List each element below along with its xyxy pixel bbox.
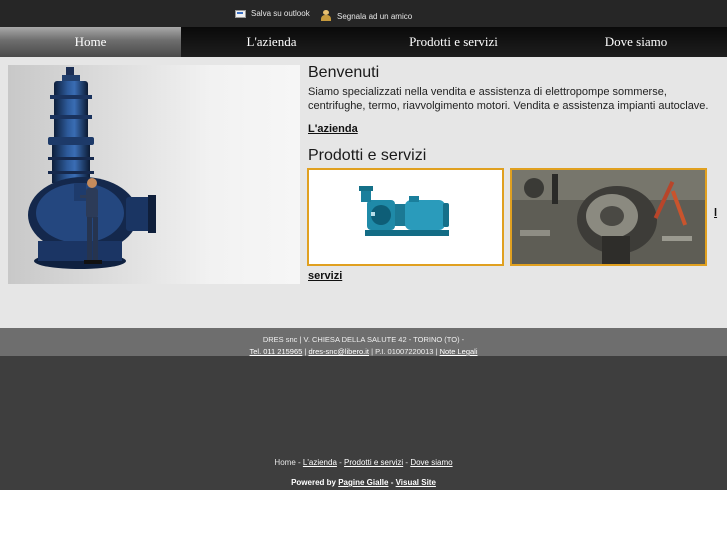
- centrifugal-pump-image: [359, 186, 449, 236]
- nav-item-dove[interactable]: Dove siamo: [545, 27, 727, 57]
- footer-info: DRES snc | V. CHIESA DELLA SALUTE 42 - T…: [0, 328, 727, 356]
- top-utility-bar: Salva su outlook Segnala ad un amico: [0, 0, 727, 27]
- hero-pump-image: [8, 65, 300, 284]
- welcome-title: Benvenuti: [308, 64, 380, 81]
- bottom-nav-azienda[interactable]: L'azienda: [303, 458, 337, 467]
- products-link-fragment[interactable]: l: [714, 207, 717, 219]
- footer-dark: Home - L'azienda - Prodotti e servizi - …: [0, 356, 727, 490]
- main-nav: Home L'azienda Prodotti e servizi Dove s…: [0, 27, 727, 57]
- footer-company: DRES snc | V. CHIESA DELLA SALUTE 42 - T…: [262, 335, 465, 344]
- azienda-link[interactable]: L'azienda: [308, 123, 358, 135]
- person-icon: [321, 10, 332, 22]
- save-outlook-label: Salva su outlook: [251, 9, 310, 18]
- servizi-link[interactable]: servizi: [308, 270, 342, 282]
- content-area: Benvenuti Siamo specializzati nella vend…: [0, 57, 727, 328]
- nav-item-azienda[interactable]: L'azienda: [181, 27, 362, 57]
- mail-icon: [235, 9, 246, 18]
- pagine-gialle-link[interactable]: Pagine Gialle: [338, 478, 388, 487]
- nav-item-home[interactable]: Home: [0, 27, 181, 57]
- save-outlook-link[interactable]: Salva su outlook: [235, 9, 310, 18]
- bottom-nav: Home - L'azienda - Prodotti e servizi - …: [274, 458, 453, 467]
- products-title: Prodotti e servizi: [308, 147, 427, 164]
- vat-number: P.I. 01007220013: [375, 347, 434, 356]
- repair-service-image: [512, 170, 705, 264]
- recommend-link[interactable]: Segnala ad un amico: [321, 10, 412, 22]
- pump-illustration: [28, 67, 156, 269]
- bottom-nav-dove[interactable]: Dove siamo: [410, 458, 452, 467]
- recommend-label: Segnala ad un amico: [337, 11, 413, 21]
- legal-notes-link[interactable]: Note Legali: [440, 347, 478, 356]
- product-thumb-repair[interactable]: [510, 168, 707, 266]
- product-thumb-centrifugal-pump[interactable]: [307, 168, 504, 266]
- phone-link[interactable]: Tel. 011 215965: [249, 347, 302, 356]
- footer-contacts: Tel. 011 215965 | dres-snc@libero.it | P…: [249, 347, 478, 356]
- powered-by: Powered by Pagine Gialle - Visual Site: [291, 478, 436, 487]
- powered-label: Powered by: [291, 478, 336, 487]
- bottom-nav-home[interactable]: Home: [274, 458, 295, 467]
- email-link[interactable]: dres-snc@libero.it: [308, 347, 369, 356]
- bottom-nav-prodotti[interactable]: Prodotti e servizi: [344, 458, 403, 467]
- welcome-text: Siamo specializzati nella vendita e assi…: [308, 86, 709, 112]
- visual-site-link[interactable]: Visual Site: [396, 478, 436, 487]
- nav-item-prodotti[interactable]: Prodotti e servizi: [362, 27, 545, 57]
